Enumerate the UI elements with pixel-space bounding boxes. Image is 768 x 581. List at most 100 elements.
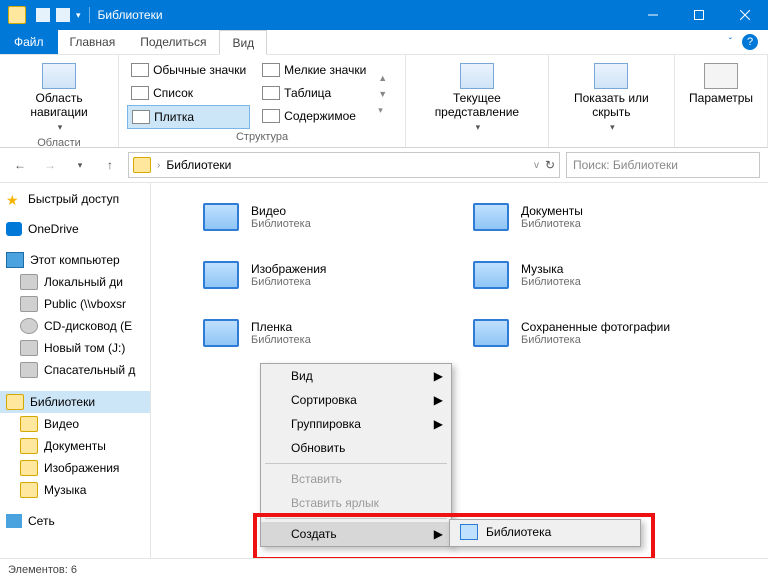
minimize-button[interactable] (630, 0, 676, 30)
library-icon (471, 255, 511, 295)
star-icon: ★ (6, 192, 22, 206)
library-icon (471, 197, 511, 237)
ctx-group[interactable]: Группировка▶ (261, 412, 451, 436)
tree-video[interactable]: Видео (0, 413, 150, 435)
library-name: Пленка (251, 320, 311, 334)
group-layout-label: Структура (127, 131, 397, 145)
options-label: Параметры (689, 91, 753, 105)
library-item[interactable]: ДокументыБиблиотека (471, 193, 731, 241)
tab-view[interactable]: Вид (219, 30, 267, 55)
onedrive-icon (6, 222, 22, 236)
address-dropdown-icon[interactable]: v (534, 160, 539, 171)
ctx-refresh[interactable]: Обновить (261, 436, 451, 460)
address-bar[interactable]: › Библиотеки v ↻ (128, 152, 560, 178)
current-view-button[interactable]: Текущее представление▾ (414, 59, 540, 137)
tree-documents[interactable]: Документы (0, 435, 150, 457)
ctx-sort[interactable]: Сортировка▶ (261, 388, 451, 412)
recent-dropdown-icon[interactable]: ▾ (68, 153, 92, 177)
tree-music[interactable]: Музыка (0, 479, 150, 501)
group-area-label: Области (8, 137, 110, 151)
library-subtext: Библиотека (521, 334, 670, 346)
forward-button[interactable]: → (38, 153, 62, 177)
close-button[interactable] (722, 0, 768, 30)
library-subtext: Библиотека (521, 276, 581, 288)
tree-onedrive[interactable]: OneDrive (0, 219, 150, 239)
layout-regular-icons[interactable]: Обычные значки (127, 59, 250, 81)
cd-icon (20, 318, 38, 334)
titlebar: ▾ Библиотеки (0, 0, 768, 30)
layout-tiles[interactable]: Плитка (127, 105, 250, 129)
folder-icon (20, 438, 38, 454)
layout-list[interactable]: Список (127, 82, 250, 104)
qat-dropdown-icon[interactable]: ▾ (76, 10, 81, 21)
ctx-view[interactable]: Вид▶ (261, 364, 451, 388)
scroll-up-icon[interactable]: ▲ (378, 73, 387, 83)
library-subtext: Библиотека (251, 334, 311, 346)
search-placeholder: Поиск: Библиотеки (573, 158, 678, 172)
tree-view: ★Быстрый доступ OneDrive Этот компьютер … (0, 183, 151, 563)
show-hide-label: Показать или скрыть (563, 91, 660, 120)
ribbon: Область навигации▾ Области Обычные значк… (0, 55, 768, 148)
breadcrumb[interactable]: Библиотеки (166, 158, 231, 172)
library-name: Изображения (251, 262, 326, 276)
menu-separator (265, 463, 447, 464)
tree-libraries[interactable]: Библиотеки (0, 391, 150, 413)
tree-this-pc[interactable]: Этот компьютер (0, 249, 150, 271)
disk-icon (20, 340, 38, 356)
library-name: Видео (251, 204, 311, 218)
ctx-create[interactable]: Создать▶ (261, 522, 451, 546)
tree-public-share[interactable]: Public (\\vboxsr (0, 293, 150, 315)
libraries-icon (6, 394, 24, 410)
network-icon (6, 514, 22, 528)
options-button[interactable]: Параметры (683, 59, 759, 109)
library-subtext: Библиотека (521, 218, 583, 230)
qat-item[interactable] (36, 8, 50, 22)
tree-new-volume[interactable]: Новый том (J:) (0, 337, 150, 359)
library-item[interactable]: ПленкаБиблиотека (201, 309, 461, 357)
library-item[interactable]: ИзображенияБиблиотека (201, 251, 461, 299)
qat-item[interactable] (56, 8, 70, 22)
status-text: Элементов: 6 (8, 564, 77, 576)
library-item[interactable]: МузыкаБиблиотека (471, 251, 731, 299)
back-button[interactable]: ← (8, 153, 32, 177)
library-icon (201, 313, 241, 353)
nav-pane-button[interactable]: Область навигации▾ (8, 59, 110, 137)
search-input[interactable]: Поиск: Библиотеки (566, 152, 760, 178)
help-icon[interactable]: ? (742, 34, 758, 50)
tree-images[interactable]: Изображения (0, 457, 150, 479)
layout-table[interactable]: Таблица (258, 82, 370, 104)
library-item[interactable]: ВидеоБиблиотека (201, 193, 461, 241)
tree-local-disk[interactable]: Локальный ди (0, 271, 150, 293)
show-hide-button[interactable]: Показать или скрыть▾ (557, 59, 666, 137)
layout-small-icons[interactable]: Мелкие значки (258, 59, 370, 81)
tab-share[interactable]: Поделиться (128, 30, 219, 54)
tree-rescue-disk[interactable]: Спасательный д (0, 359, 150, 381)
ctx-paste: Вставить (261, 467, 451, 491)
current-view-label: Текущее представление (420, 91, 534, 120)
context-menu: Вид▶ Сортировка▶ Группировка▶ Обновить В… (260, 363, 452, 547)
scroll-down-icon[interactable]: ▼ (378, 89, 387, 99)
ctx-create-library[interactable]: Библиотека (450, 520, 640, 544)
navbar: ← → ▾ ↑ › Библиотеки v ↻ Поиск: Библиоте… (0, 148, 768, 183)
up-button[interactable]: ↑ (98, 153, 122, 177)
library-icon (460, 524, 478, 540)
tree-quick-access[interactable]: ★Быстрый доступ (0, 189, 150, 209)
tree-network[interactable]: Сеть (0, 511, 150, 531)
library-item[interactable]: Сохраненные фотографииБиблиотека (471, 309, 731, 357)
refresh-icon[interactable]: ↻ (545, 158, 555, 172)
tree-cd-drive[interactable]: CD-дисковод (E (0, 315, 150, 337)
status-bar: Элементов: 6 (0, 558, 768, 581)
ribbon-collapse-icon[interactable]: ˇ (729, 37, 732, 48)
maximize-button[interactable] (676, 0, 722, 30)
content-area[interactable]: ВидеоБиблиотекаДокументыБиблиотекаИзобра… (151, 183, 768, 563)
nav-pane-label: Область навигации (14, 91, 104, 120)
quick-access-toolbar: ▾ (36, 8, 81, 22)
file-menu[interactable]: Файл (0, 30, 58, 54)
breadcrumb-sep[interactable]: › (157, 160, 160, 171)
tab-home[interactable]: Главная (58, 30, 129, 54)
library-name: Сохраненные фотографии (521, 320, 670, 334)
library-subtext: Библиотека (251, 218, 311, 230)
layout-content[interactable]: Содержимое (258, 105, 370, 127)
scroll-more-icon[interactable]: ▾ (378, 105, 387, 116)
app-icon (8, 6, 26, 24)
